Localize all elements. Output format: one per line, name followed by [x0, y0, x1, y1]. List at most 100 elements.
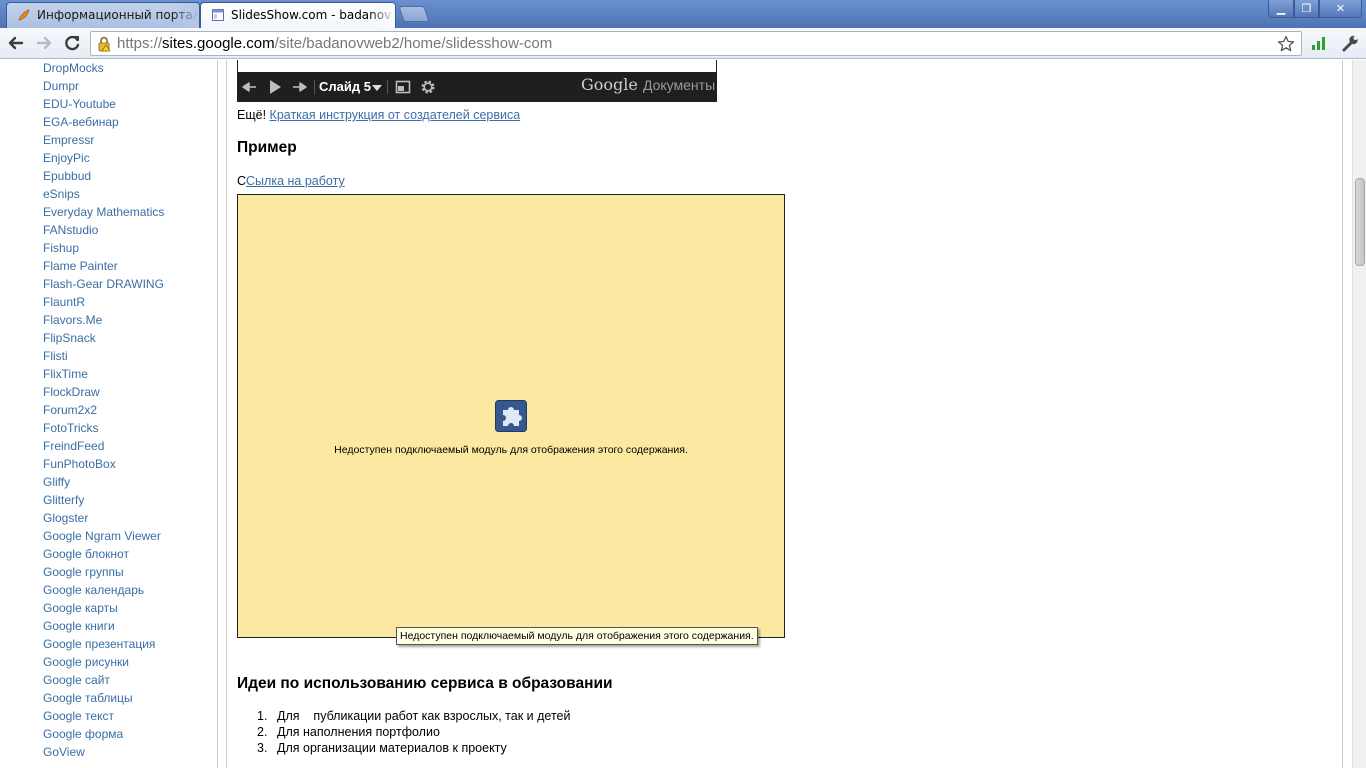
sidebar-link[interactable]: Flavors.Me — [43, 313, 102, 327]
sidebar-link[interactable]: FlauntR — [43, 295, 85, 309]
wrench-icon[interactable] — [1339, 32, 1361, 54]
sidebar-link[interactable]: Google сайт — [43, 673, 110, 687]
sidebar-link[interactable]: Glogster — [43, 511, 88, 525]
sidebar-item: Fishup — [43, 239, 164, 257]
sidebar-item: Google текст — [43, 707, 164, 725]
scrollbar-thumb[interactable] — [1355, 178, 1365, 266]
sidebar-link[interactable]: Google форма — [43, 727, 123, 741]
sidebar-link[interactable]: Everyday Mathematics — [43, 205, 164, 219]
gear-icon[interactable] — [419, 78, 437, 96]
work-link-line: ССылка на работу — [237, 174, 345, 188]
sidebar-link[interactable]: Google презентация — [43, 637, 155, 651]
sidebar-link[interactable]: Flash-Gear DRAWING — [43, 277, 164, 291]
sidebar-link[interactable]: FotoTricks — [43, 421, 99, 435]
sidebar-link[interactable]: Dumpr — [43, 79, 79, 93]
close-button[interactable]: ✕ — [1319, 0, 1362, 18]
sidebar-link[interactable]: Google таблицы — [43, 691, 133, 705]
sidebar-link[interactable]: Google рисунки — [43, 655, 129, 669]
sidebar-link[interactable]: EnjoyPic — [43, 151, 90, 165]
sidebar-item: Google книги — [43, 617, 164, 635]
sidebar-link[interactable]: Forum2x2 — [43, 403, 97, 417]
tab-fade — [369, 3, 395, 28]
idea-item: 3. Для организации материалов к проекту — [257, 740, 570, 756]
sidebar-item: Google группы — [43, 563, 164, 581]
maximize-button[interactable]: ❐ — [1294, 0, 1319, 18]
sidebar-link[interactable]: Flame Painter — [43, 259, 118, 273]
sidebar-link[interactable]: FreindFeed — [43, 439, 104, 453]
work-link[interactable]: Сылка на работу — [246, 174, 345, 188]
chevron-down-icon[interactable] — [372, 85, 382, 91]
forward-arrow-icon[interactable] — [33, 32, 55, 54]
sidebar-link[interactable]: Google календарь — [43, 583, 144, 597]
sidebar-item: Google Ngram Viewer — [43, 527, 164, 545]
sidebar-link[interactable]: FlixTime — [43, 367, 88, 381]
sidebar-item: FlauntR — [43, 293, 164, 311]
logo-docs-text: Документы — [642, 77, 716, 93]
sidebar-link[interactable]: Fishup — [43, 241, 79, 255]
sidebar-link[interactable]: FlipSnack — [43, 331, 96, 345]
tab-slidesshow[interactable]: SlidesShow.com - badanov — [200, 2, 396, 28]
sidebar-link[interactable]: DropMocks — [43, 61, 104, 75]
fullscreen-icon[interactable] — [394, 78, 412, 96]
slide-canvas-edge — [237, 60, 717, 72]
sidebar-link[interactable]: GoView — [43, 745, 85, 759]
sidebar-link[interactable]: FunPhotoBox — [43, 457, 116, 471]
sidebar-link[interactable]: Empressr — [43, 133, 94, 147]
sidebar-item: EGA-вебинар — [43, 113, 164, 131]
play-icon[interactable] — [266, 78, 284, 96]
sidebar-link[interactable]: Google текст — [43, 709, 114, 723]
vertical-scrollbar[interactable] — [1352, 60, 1366, 768]
toolbar-separator — [387, 80, 388, 94]
tab-info-portal[interactable]: Информационный портал — [6, 2, 200, 28]
sidebar-link[interactable]: Google книги — [43, 619, 115, 633]
missing-plugin-placeholder[interactable]: Недоступен подключаемый модуль для отобр… — [237, 194, 785, 638]
slide-number-dropdown[interactable]: Слайд 5 — [319, 79, 371, 94]
sidebar-item: Google блокнот — [43, 545, 164, 563]
sidebar-link[interactable]: Google группы — [43, 565, 124, 579]
tab-title: SlidesShow.com - badanov — [231, 8, 392, 22]
minimize-icon: ▁ — [1276, 2, 1286, 15]
address-bar[interactable]: https://sites.google.com/site/badanovweb… — [90, 31, 1302, 56]
sidebar-item: EnjoyPic — [43, 149, 164, 167]
signal-bars-extension-icon[interactable] — [1308, 32, 1330, 54]
url-text[interactable]: https://sites.google.com/site/badanovweb… — [117, 32, 552, 55]
sidebar-link[interactable]: Gliffy — [43, 475, 70, 489]
sidebar-link[interactable]: Epubbud — [43, 169, 91, 183]
window-titlebar: Информационный портал SlidesShow.com - b… — [0, 0, 1366, 28]
sidebar-link[interactable]: Google Ngram Viewer — [43, 529, 161, 543]
bookmark-star-icon[interactable] — [1277, 35, 1295, 53]
sidebar-item: Dumpr — [43, 77, 164, 95]
sidebar-item: Google таблицы — [43, 689, 164, 707]
instructions-link[interactable]: Краткая инструкция от создателей сервиса — [270, 108, 521, 122]
browser-toolbar: https://sites.google.com/site/badanovweb… — [0, 28, 1366, 59]
sidebar-item: DropMocks — [43, 60, 164, 77]
new-tab-button[interactable] — [398, 6, 430, 22]
sidebar-item: FreindFeed — [43, 437, 164, 455]
idea-item: 2. Для наполнения портфолио — [257, 724, 570, 740]
sidebar-item: Google рисунки — [43, 653, 164, 671]
next-slide-icon[interactable] — [290, 78, 308, 96]
idea-text: Для наполнения портфолио — [277, 725, 440, 739]
sidebar-link[interactable]: eSnips — [43, 187, 80, 201]
sidebar-divider — [226, 60, 227, 768]
sidebar-link[interactable]: EGA-вебинар — [43, 115, 119, 129]
previous-slide-icon[interactable] — [241, 78, 259, 96]
sidebar-link[interactable]: FlockDraw — [43, 385, 100, 399]
reload-icon[interactable] — [61, 32, 83, 54]
sidebar-item: FlockDraw — [43, 383, 164, 401]
lock-warning-icon[interactable] — [97, 36, 111, 52]
sidebar-link[interactable]: EDU-Youtube — [43, 97, 116, 111]
sidebar-link[interactable]: Glitterfy — [43, 493, 84, 507]
idea-text: Для публикации работ как взрослых, так и… — [277, 709, 571, 723]
sidebar-link[interactable]: Google блокнот — [43, 547, 129, 561]
sidebar-link[interactable]: Flisti — [43, 349, 68, 363]
sidebar-link[interactable]: FANstudio — [43, 223, 98, 237]
sidebar-item: FlixTime — [43, 365, 164, 383]
sidebar-link[interactable]: Google карты — [43, 601, 118, 615]
example-heading: Пример — [237, 139, 297, 156]
sidebar-item: Google форма — [43, 725, 164, 743]
tab-fade — [173, 3, 199, 28]
idea-text: Для организации материалов к проекту — [277, 741, 507, 755]
back-arrow-icon[interactable] — [5, 32, 27, 54]
minimize-button[interactable]: ▁ — [1268, 0, 1294, 18]
